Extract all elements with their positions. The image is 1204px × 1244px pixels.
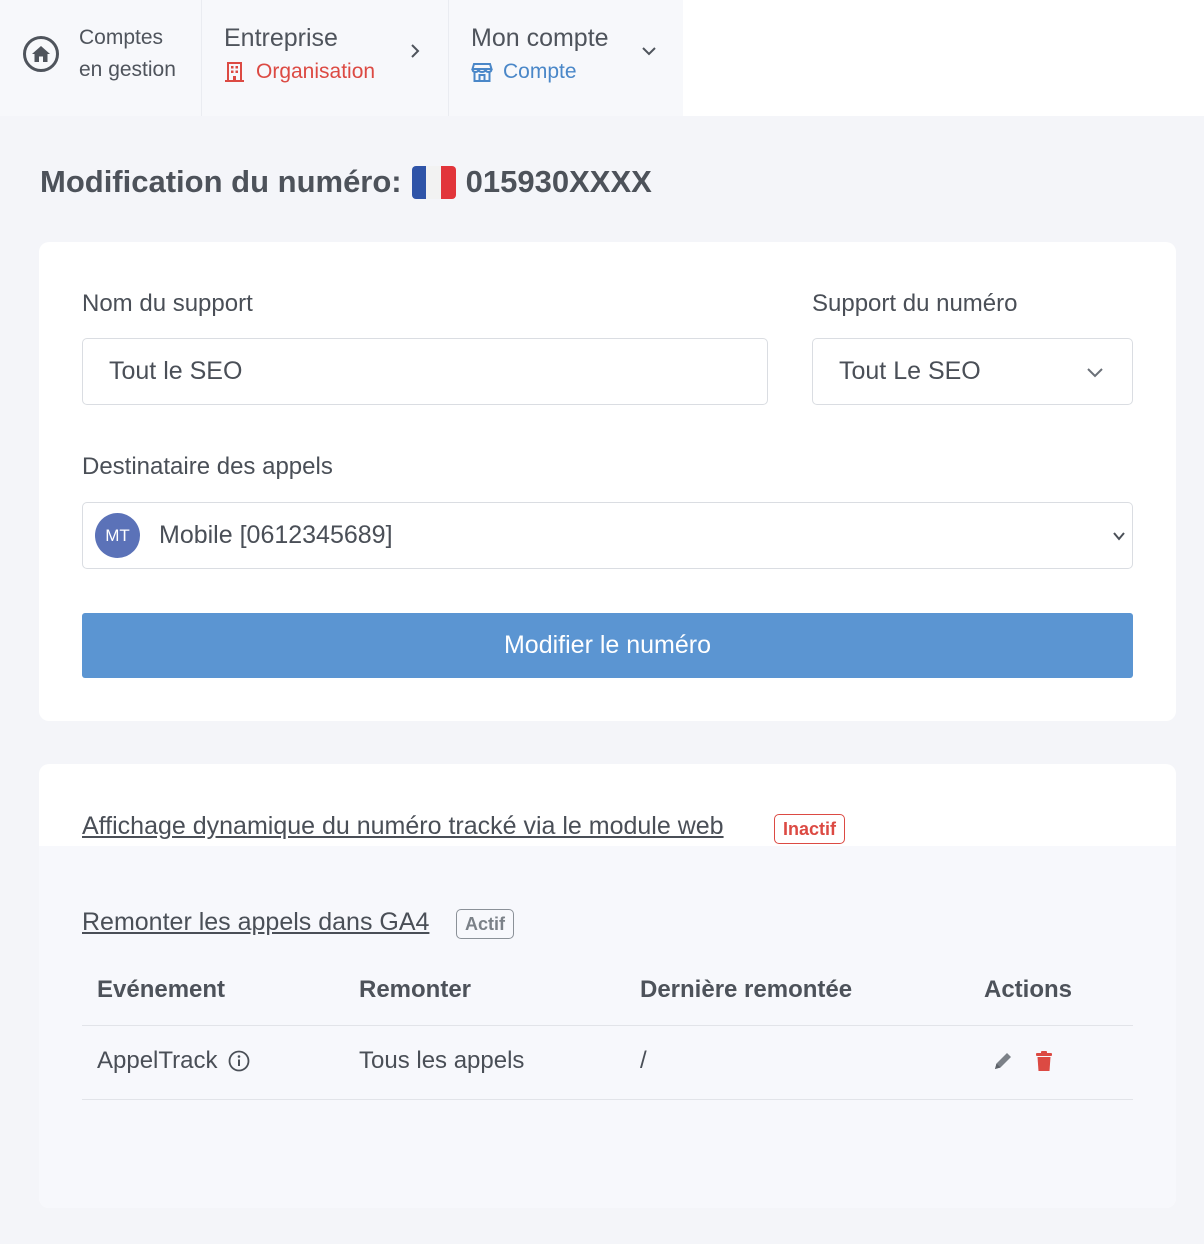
breadcrumb-account-sub: Compte bbox=[471, 60, 577, 84]
breadcrumb-account[interactable]: Mon compte Compte bbox=[449, 0, 683, 116]
store-icon bbox=[471, 63, 493, 82]
table-divider bbox=[82, 1025, 1133, 1026]
ga4-link[interactable]: Remonter les appels dans GA4 bbox=[82, 908, 429, 937]
modify-number-button[interactable]: Modifier le numéro bbox=[82, 613, 1133, 678]
trash-icon[interactable] bbox=[1032, 1049, 1056, 1073]
column-header-last: Dernière remontée bbox=[640, 976, 853, 1003]
building-icon bbox=[225, 62, 244, 82]
chevron-right-icon bbox=[411, 44, 420, 58]
breadcrumb-entreprise-sub: Organisation bbox=[224, 60, 375, 84]
breadcrumb-home-label: Comptes en gestion bbox=[79, 26, 176, 81]
page-title: Modification du numéro: 015930XXXX bbox=[40, 164, 652, 200]
breadcrumb-home[interactable]: Comptes en gestion bbox=[0, 0, 202, 116]
home-icon bbox=[23, 36, 59, 72]
status-badge-inactive: Inactif bbox=[774, 814, 846, 844]
chevron-down-icon bbox=[642, 47, 656, 56]
chevron-down-icon bbox=[1113, 532, 1125, 541]
recipient-select-value: Mobile [0612345689] bbox=[159, 521, 393, 549]
column-header-event: Evénement bbox=[97, 976, 226, 1003]
recipient-select[interactable]: MT Mobile [0612345689] bbox=[82, 502, 1133, 569]
column-header-actions: Actions bbox=[984, 976, 1073, 1003]
support-name-label: Nom du support bbox=[82, 290, 253, 317]
pencil-icon[interactable] bbox=[991, 1049, 1015, 1073]
table-row-last: / bbox=[640, 1047, 647, 1074]
avatar: MT bbox=[95, 513, 140, 558]
info-icon[interactable] bbox=[228, 1050, 250, 1072]
ga4-panel bbox=[39, 846, 1176, 1208]
support-name-input[interactable] bbox=[82, 338, 768, 405]
support-select-label: Support du numéro bbox=[812, 290, 1018, 317]
breadcrumb-account-title: Mon compte bbox=[471, 24, 609, 52]
number-form-card: Nom du support Support du numéro Tout Le… bbox=[39, 242, 1176, 721]
phone-number: 015930XXXX bbox=[465, 164, 652, 199]
breadcrumb-entreprise[interactable]: Entreprise Organisation bbox=[202, 0, 449, 116]
breadcrumb-entreprise-title: Entreprise bbox=[224, 24, 338, 52]
support-select[interactable]: Tout Le SEO bbox=[812, 338, 1133, 405]
page-title-text: Modification du numéro: bbox=[40, 164, 402, 199]
chevron-down-icon bbox=[1087, 368, 1103, 378]
breadcrumb: Comptes en gestion Entreprise Organisati… bbox=[0, 0, 683, 116]
column-header-scope: Remonter bbox=[359, 976, 472, 1003]
support-select-value: Tout Le SEO bbox=[839, 357, 981, 385]
table-row-scope: Tous les appels bbox=[359, 1047, 525, 1074]
table-row-event: AppelTrack bbox=[97, 1047, 250, 1075]
dynamic-display-link[interactable]: Affichage dynamique du numéro tracké via… bbox=[82, 812, 724, 841]
tracking-card: Affichage dynamique du numéro tracké via… bbox=[39, 764, 1176, 1208]
fr-flag-icon bbox=[411, 165, 456, 199]
top-bar: Comptes en gestion Entreprise Organisati… bbox=[0, 0, 1204, 116]
table-divider bbox=[82, 1099, 1133, 1100]
status-badge-active: Actif bbox=[456, 909, 514, 939]
recipient-label: Destinataire des appels bbox=[82, 453, 333, 480]
